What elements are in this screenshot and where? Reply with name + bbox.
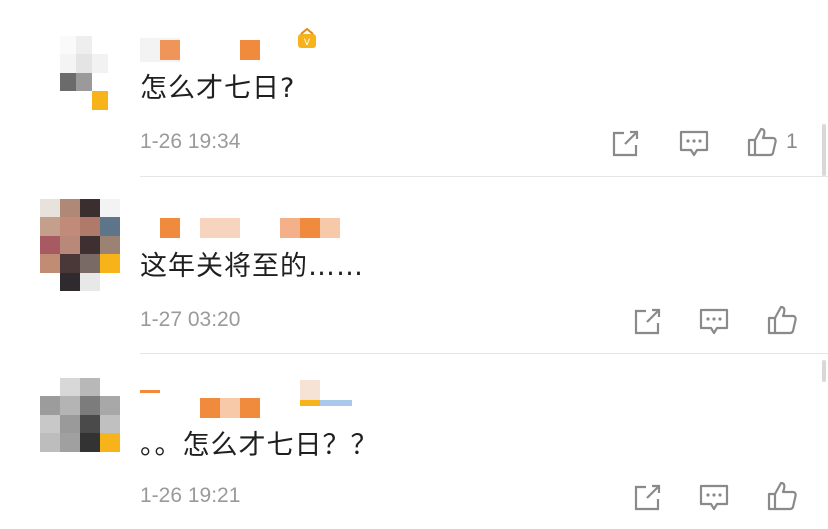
comment-time: 1-26 19:21 (140, 484, 241, 507)
comment-text: 。。怎么才七日？？ (140, 430, 379, 461)
share-icon (634, 484, 661, 511)
comment-time: 1-27 03:20 (140, 308, 241, 331)
thumbs-up-icon (747, 127, 777, 157)
avatar[interactable] (60, 36, 124, 128)
comment-item: 这年关将至的…… 1-27 03:20 (0, 177, 828, 353)
comment-icon (699, 484, 729, 511)
comment-item: 。。怎么才七日？？ 1-26 19:21 (0, 354, 828, 529)
comment-item: V 怎么才七日? 1-26 19:34 1 (0, 0, 828, 176)
vip-badge-icon: V (296, 27, 318, 52)
like-button[interactable] (766, 302, 798, 338)
comment-icon (699, 308, 729, 335)
like-count: 1 (786, 130, 798, 153)
share-icon (634, 308, 661, 335)
scrollbar[interactable] (822, 360, 826, 382)
reply-button[interactable] (698, 480, 730, 516)
reply-button[interactable] (698, 304, 730, 340)
svg-text:V: V (304, 38, 311, 48)
like-button[interactable] (766, 478, 798, 514)
share-button[interactable] (610, 126, 640, 162)
thumbs-up-icon (767, 481, 797, 511)
share-icon (612, 130, 639, 157)
like-button[interactable]: 1 (746, 124, 798, 160)
comment-icon (679, 130, 709, 157)
avatar[interactable] (40, 378, 120, 470)
thumbs-up-icon (767, 305, 797, 335)
share-button[interactable] (632, 480, 662, 516)
avatar[interactable] (40, 199, 120, 291)
username-redacted[interactable] (140, 38, 300, 62)
comment-time: 1-26 19:34 (140, 130, 241, 153)
username-redacted[interactable] (140, 380, 360, 418)
reply-button[interactable] (678, 126, 710, 162)
username-redacted[interactable] (140, 216, 380, 240)
scrollbar[interactable] (822, 124, 826, 176)
comment-text: 这年关将至的…… (140, 251, 364, 282)
share-button[interactable] (632, 304, 662, 340)
comment-text: 怎么才七日? (140, 73, 296, 104)
